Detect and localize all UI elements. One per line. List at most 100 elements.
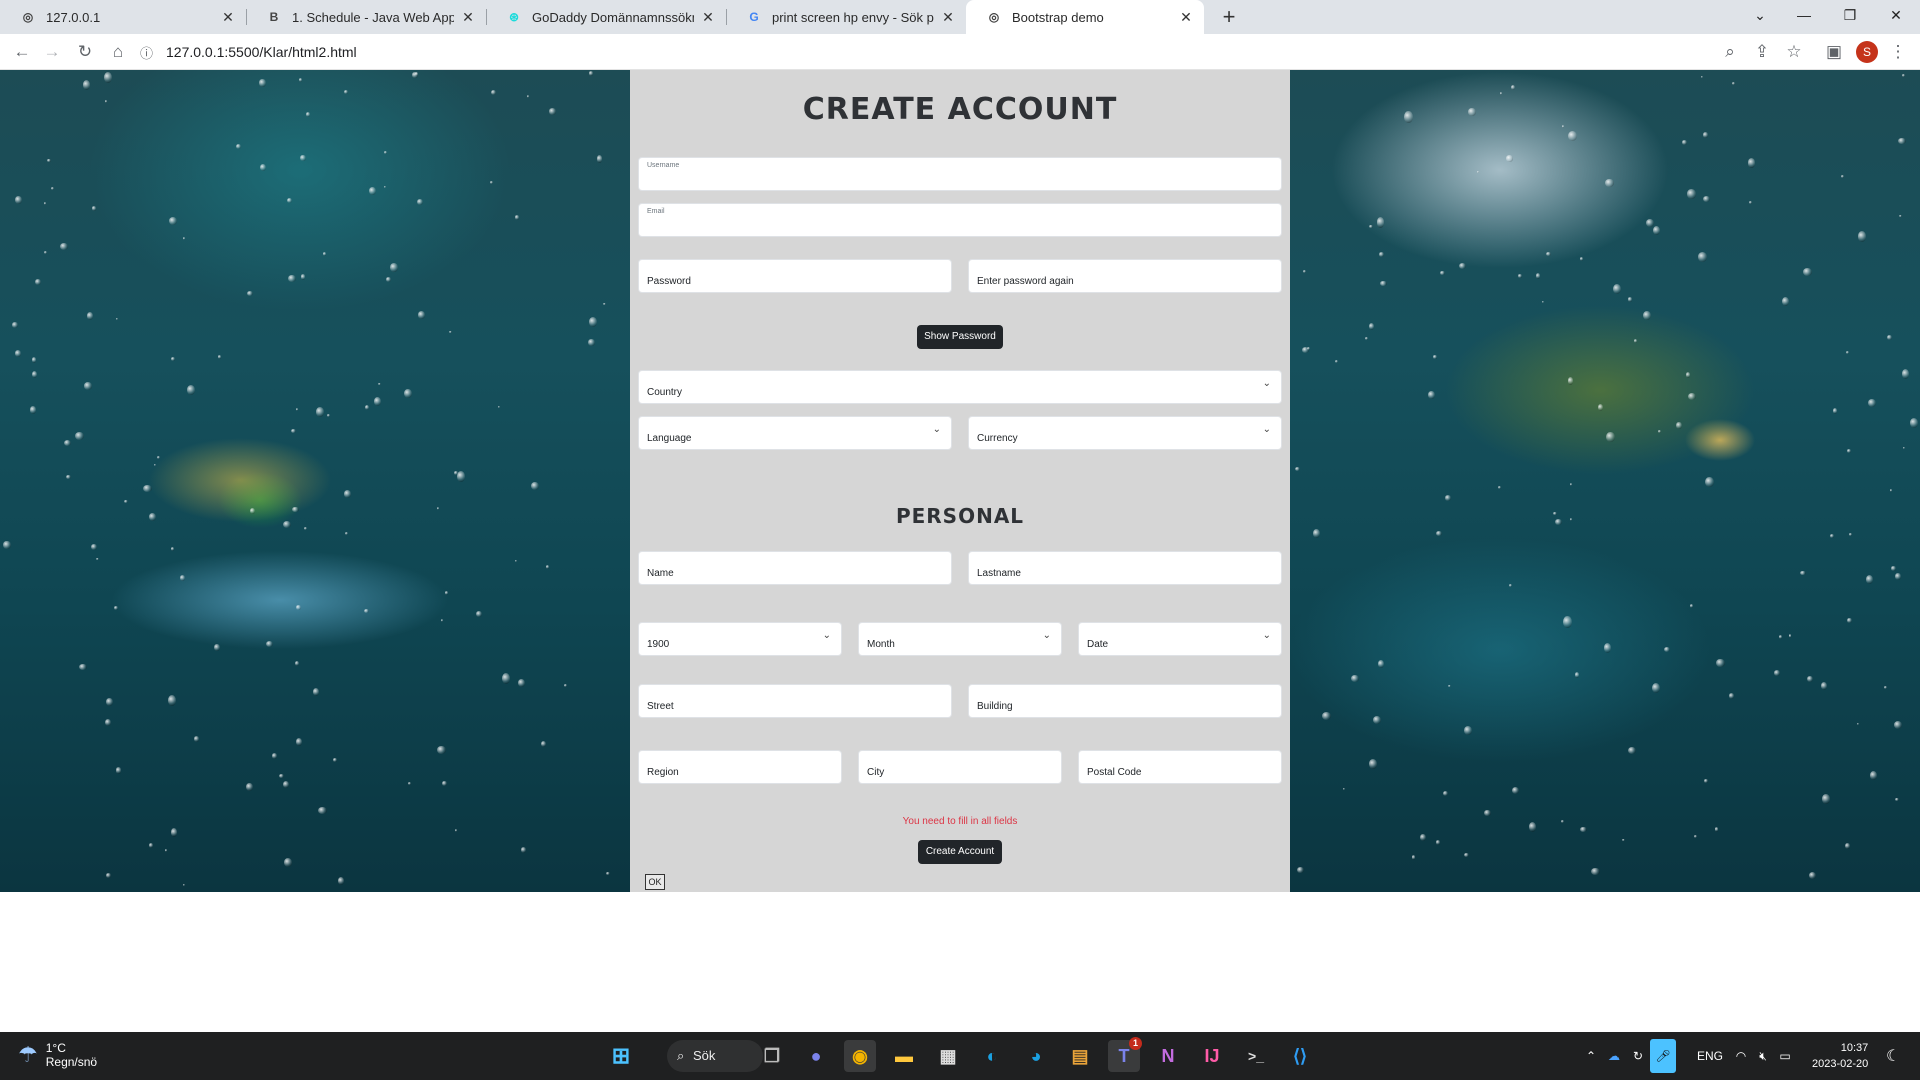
show-hidden-icons-chevron-icon[interactable]: ⌃	[1580, 1049, 1602, 1063]
chrome-icon[interactable]: ◉	[844, 1040, 876, 1072]
start-windows-icon[interactable]: ⊞	[605, 1040, 637, 1072]
birth-year-select[interactable]: 1900 ⌄	[638, 622, 842, 656]
close-tab-icon[interactable]: ✕	[460, 9, 476, 26]
close-window-button[interactable]: ✕	[1874, 0, 1918, 30]
raindrop	[1508, 583, 1512, 587]
raindrop	[1903, 446, 1906, 450]
home-button[interactable]: ⌂	[106, 40, 130, 64]
country-select[interactable]: Country ⌄	[638, 370, 1282, 404]
raindrop	[1372, 716, 1381, 725]
birth-date-select[interactable]: Date ⌄	[1078, 622, 1282, 656]
ok-button[interactable]: OK	[645, 874, 665, 890]
weather-widget[interactable]: ☂ 1°C Regn/snö	[18, 1041, 97, 1069]
system-clock[interactable]: 10:37 2023-02-20	[1812, 1040, 1868, 1072]
wifi-icon[interactable]: ◠	[1730, 1049, 1752, 1063]
email-input[interactable]: Email	[638, 203, 1282, 237]
building-input[interactable]: Building	[968, 684, 1282, 718]
raindrop	[344, 532, 348, 536]
close-tab-icon[interactable]: ✕	[700, 9, 716, 26]
teams-icon[interactable]: T 1	[1108, 1037, 1142, 1072]
raindrop	[1895, 573, 1901, 580]
speaker-muted-icon[interactable]: 🔇︎	[1752, 1049, 1774, 1064]
street-input[interactable]: Street	[638, 684, 952, 718]
raindrop	[1303, 269, 1307, 273]
terminal-icon[interactable]: >_	[1240, 1040, 1272, 1072]
chevron-down-icon: ⌄	[1262, 630, 1271, 641]
notification-moon-icon[interactable]: ☾	[1886, 1046, 1900, 1066]
raindrop	[1687, 393, 1696, 400]
address-bar[interactable]: ⓘ 127.0.0.1:5500/Klar/html2.html	[140, 39, 1710, 65]
tab-godaddy[interactable]: ⊛ GoDaddy Domännamnssökning ✕	[486, 0, 726, 34]
tab-google-search[interactable]: G print screen hp envy - Sök på Go ✕	[726, 0, 966, 34]
site-info-icon[interactable]: ⓘ	[140, 43, 158, 62]
language-select[interactable]: Language ⌄	[638, 416, 952, 450]
personal-section-title: PERSONAL	[895, 504, 1025, 528]
raindrop	[1846, 449, 1852, 453]
restore-button[interactable]: ❐	[1828, 0, 1872, 30]
password-again-input[interactable]: Enter password again	[968, 259, 1282, 293]
close-tab-icon[interactable]: ✕	[1178, 9, 1194, 26]
reload-button[interactable]: ↻	[73, 40, 97, 64]
taskbar-search-button[interactable]: ⌕ Sök	[667, 1040, 763, 1072]
sync-icon[interactable]: ↻	[1626, 1049, 1650, 1063]
forward-button[interactable]: →	[40, 40, 64, 64]
raindrop	[1463, 852, 1469, 858]
username-input[interactable]: Username	[638, 157, 1282, 191]
microsoft-store-icon[interactable]: ▦	[932, 1040, 964, 1072]
tab-search-chevron-icon[interactable]: ⌄	[1738, 0, 1782, 30]
raindrop	[1799, 570, 1806, 576]
postal-code-input[interactable]: Postal Code	[1078, 750, 1282, 784]
minimize-button[interactable]: —	[1782, 0, 1826, 30]
teams-chat-icon[interactable]: ●	[800, 1040, 832, 1072]
lastname-input[interactable]: Lastname	[968, 551, 1282, 585]
close-tab-icon[interactable]: ✕	[220, 9, 236, 26]
tab-bootstrap-demo[interactable]: ◎ Bootstrap demo ✕	[966, 0, 1204, 34]
currency-select[interactable]: Currency ⌄	[968, 416, 1282, 450]
file-explorer-icon[interactable]: ▬	[888, 1040, 920, 1072]
clock-date: 2023-02-20	[1812, 1058, 1869, 1070]
menu-kebab-icon[interactable]: ⋮	[1886, 40, 1910, 64]
name-input[interactable]: Name	[638, 551, 952, 585]
vscode-icon[interactable]: ⟨⟩	[1284, 1040, 1316, 1072]
profile-avatar[interactable]: S	[1856, 41, 1878, 63]
city-input[interactable]: City	[858, 750, 1062, 784]
microphone-icon[interactable]: 🎤︎	[1650, 1039, 1676, 1073]
raindrop	[44, 250, 48, 255]
input-language[interactable]: ENG	[1690, 1049, 1730, 1063]
tab-schedule[interactable]: B 1. Schedule - Java Web Applicatio ✕	[246, 0, 486, 34]
side-panel-icon[interactable]: ▣	[1822, 40, 1846, 64]
tab-localhost[interactable]: ◎ 127.0.0.1 ✕	[0, 0, 246, 34]
winrar-icon[interactable]: ▤	[1064, 1040, 1096, 1072]
battery-icon[interactable]: ▭	[1774, 1049, 1796, 1063]
zoom-icon[interactable]: ⌕	[1718, 40, 1742, 64]
edge-icon[interactable]: ◐	[976, 1040, 1008, 1072]
raindrop	[501, 672, 511, 685]
raindrop	[50, 187, 54, 191]
onedrive-cloud-icon[interactable]: ☁	[1602, 1049, 1626, 1063]
raindrop	[1808, 872, 1817, 880]
password-input[interactable]: Password	[638, 259, 952, 293]
raindrop	[250, 508, 255, 515]
raindrop	[1895, 798, 1899, 802]
eclipse-ide-icon[interactable]: ◕	[1020, 1040, 1052, 1072]
raindrop	[1546, 251, 1551, 256]
show-password-button[interactable]: Show Password	[917, 325, 1003, 349]
bookmark-star-icon[interactable]: ☆	[1782, 40, 1806, 64]
raindrop	[1714, 827, 1718, 832]
intellij-idea-icon[interactable]: IJ	[1196, 1040, 1228, 1072]
share-icon[interactable]: ⇪	[1750, 40, 1774, 64]
raindrop	[1364, 337, 1368, 341]
raindrop	[1428, 390, 1436, 400]
raindrop	[1603, 642, 1612, 653]
year-value: 1900	[647, 639, 670, 650]
onenote-icon[interactable]: N	[1152, 1040, 1184, 1072]
raindrop	[290, 429, 296, 434]
raindrop	[300, 274, 306, 280]
birth-month-select[interactable]: Month ⌄	[858, 622, 1062, 656]
close-tab-icon[interactable]: ✕	[940, 9, 956, 26]
region-input[interactable]: Region	[638, 750, 842, 784]
task-view-icon[interactable]: ❐	[756, 1040, 788, 1072]
new-tab-button[interactable]: +	[1216, 4, 1242, 30]
back-button[interactable]: ←	[10, 40, 34, 64]
create-account-button[interactable]: Create Account	[918, 840, 1002, 864]
